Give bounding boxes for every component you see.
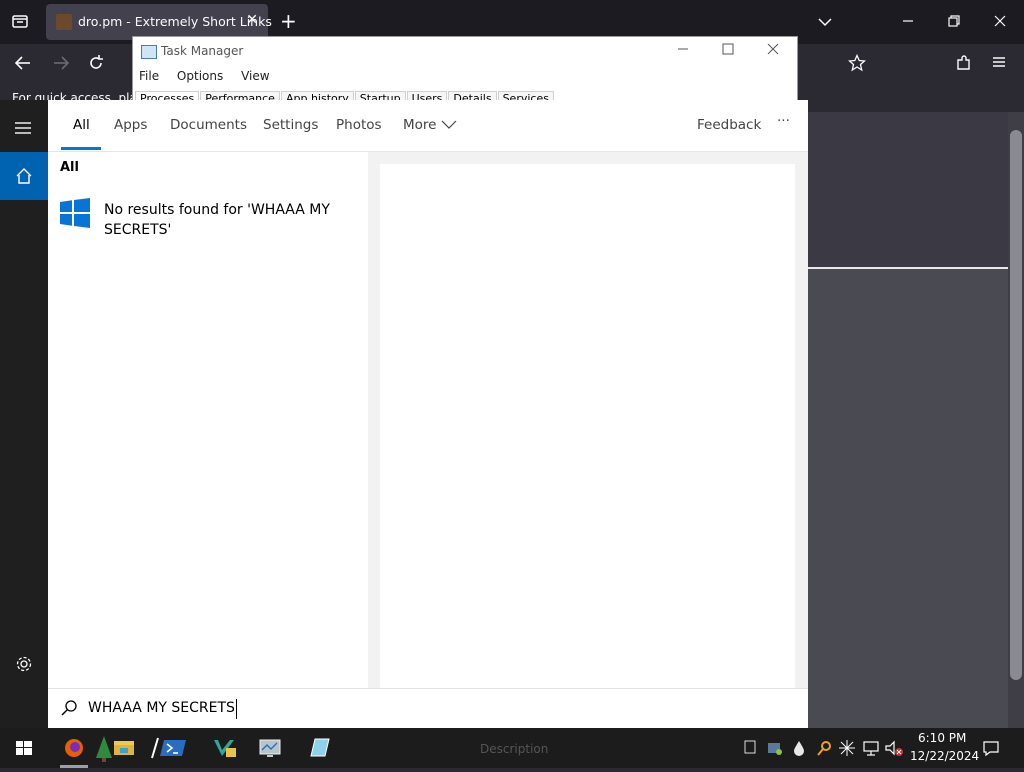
- hidden-window-label: Description: [480, 742, 549, 756]
- back-arrow-icon[interactable]: [14, 54, 32, 76]
- clock-time[interactable]: 6:10 PM: [918, 731, 966, 745]
- tray-network-share-icon[interactable]: [766, 739, 784, 760]
- tray-search-key-icon[interactable]: [816, 739, 832, 760]
- tray-square-icon[interactable]: [744, 740, 756, 757]
- windows-logo-icon: [60, 198, 90, 232]
- search-tab-documents[interactable]: Documents: [170, 117, 247, 133]
- bookmark-star-icon[interactable]: [847, 53, 867, 76]
- tab-list-icon[interactable]: [10, 12, 30, 32]
- search-scope-tabs: All Apps Documents Settings Photos More …: [48, 100, 808, 152]
- search-tab-all[interactable]: All: [73, 117, 90, 133]
- tray-star-burst-icon[interactable]: [838, 739, 856, 760]
- search-tab-more-label: More: [403, 117, 437, 133]
- new-tab-button[interactable]: +: [280, 9, 297, 33]
- search-tab-apps[interactable]: Apps: [114, 117, 147, 133]
- clock-date[interactable]: 12/22/2024: [910, 749, 979, 763]
- active-tab-underline: [61, 147, 101, 150]
- tray-volume-muted-icon[interactable]: [884, 739, 904, 760]
- search-preview-pane: [380, 164, 795, 688]
- tm-minimize-button[interactable]: [677, 41, 689, 59]
- task-manager-icon: [141, 45, 157, 59]
- task-manager-window[interactable]: Task Manager File Options View Processes…: [132, 36, 798, 108]
- menu-options[interactable]: Options: [177, 69, 223, 83]
- hamburger-menu-icon[interactable]: [991, 54, 1007, 74]
- text-caret: [236, 699, 237, 719]
- forward-arrow-icon[interactable]: [52, 54, 70, 76]
- browser-tab[interactable]: dro.pm - Extremely Short Links ✕: [46, 4, 272, 40]
- vs-code-taskbar-icon[interactable]: [206, 728, 242, 768]
- search-input[interactable]: WHAAA MY SECRETS: [88, 700, 235, 716]
- page-content-lower: [808, 269, 1008, 737]
- tab-title: dro.pm - Extremely Short Links: [78, 14, 272, 29]
- no-results-message: No results found for 'WHAAA MY SECRETS': [104, 202, 330, 238]
- tm-maximize-button[interactable]: [722, 41, 734, 59]
- tray-network-icon[interactable]: [862, 739, 880, 760]
- task-manager-menu: File Options View: [139, 69, 284, 83]
- results-section-heading: All: [60, 160, 79, 175]
- tab-close-icon[interactable]: ✕: [246, 12, 258, 28]
- tm-close-button[interactable]: [767, 41, 779, 59]
- extensions-puzzle-icon[interactable]: [955, 54, 973, 76]
- more-options-icon[interactable]: ···: [777, 113, 790, 129]
- start-button[interactable]: [4, 728, 40, 768]
- search-box[interactable]: WHAAA MY SECRETS: [48, 688, 808, 729]
- tray-drop-icon[interactable]: [792, 739, 806, 760]
- windows-taskbar: Description 6:10 PM 12/22/2024: [0, 728, 1024, 768]
- notes-app-taskbar-icon[interactable]: [301, 728, 337, 768]
- settings-gear-icon[interactable]: [15, 655, 33, 677]
- site-favicon-icon: [56, 14, 72, 30]
- reload-icon[interactable]: [87, 54, 105, 76]
- menu-view[interactable]: View: [241, 69, 269, 83]
- window-close-button[interactable]: [994, 12, 1006, 31]
- window-minimize-button[interactable]: [902, 12, 914, 31]
- feedback-link[interactable]: Feedback: [697, 117, 761, 133]
- search-tab-photos[interactable]: Photos: [336, 117, 382, 133]
- window-restore-button[interactable]: [948, 12, 960, 31]
- search-tab-settings[interactable]: Settings: [263, 117, 318, 133]
- home-icon: [15, 167, 33, 189]
- page-content-region: [808, 112, 1008, 267]
- search-icon: [60, 699, 78, 721]
- monitor-app-taskbar-icon[interactable]: [252, 728, 288, 768]
- search-tab-more[interactable]: More: [403, 117, 457, 133]
- start-menu-hamburger-icon[interactable]: [14, 120, 32, 139]
- task-manager-title: Task Manager: [161, 44, 244, 58]
- file-explorer-taskbar-icon[interactable]: [106, 728, 142, 768]
- powershell-taskbar-icon[interactable]: [156, 728, 192, 768]
- action-center-icon[interactable]: [982, 739, 1000, 760]
- windows-search-panel: All Apps Documents Settings Photos More …: [48, 100, 808, 729]
- list-all-tabs-icon[interactable]: [818, 12, 832, 31]
- chevron-down-icon: [441, 117, 457, 133]
- start-home-button[interactable]: [0, 152, 48, 200]
- page-scrollbar-thumb[interactable]: [1010, 130, 1022, 680]
- menu-file[interactable]: File: [139, 69, 159, 83]
